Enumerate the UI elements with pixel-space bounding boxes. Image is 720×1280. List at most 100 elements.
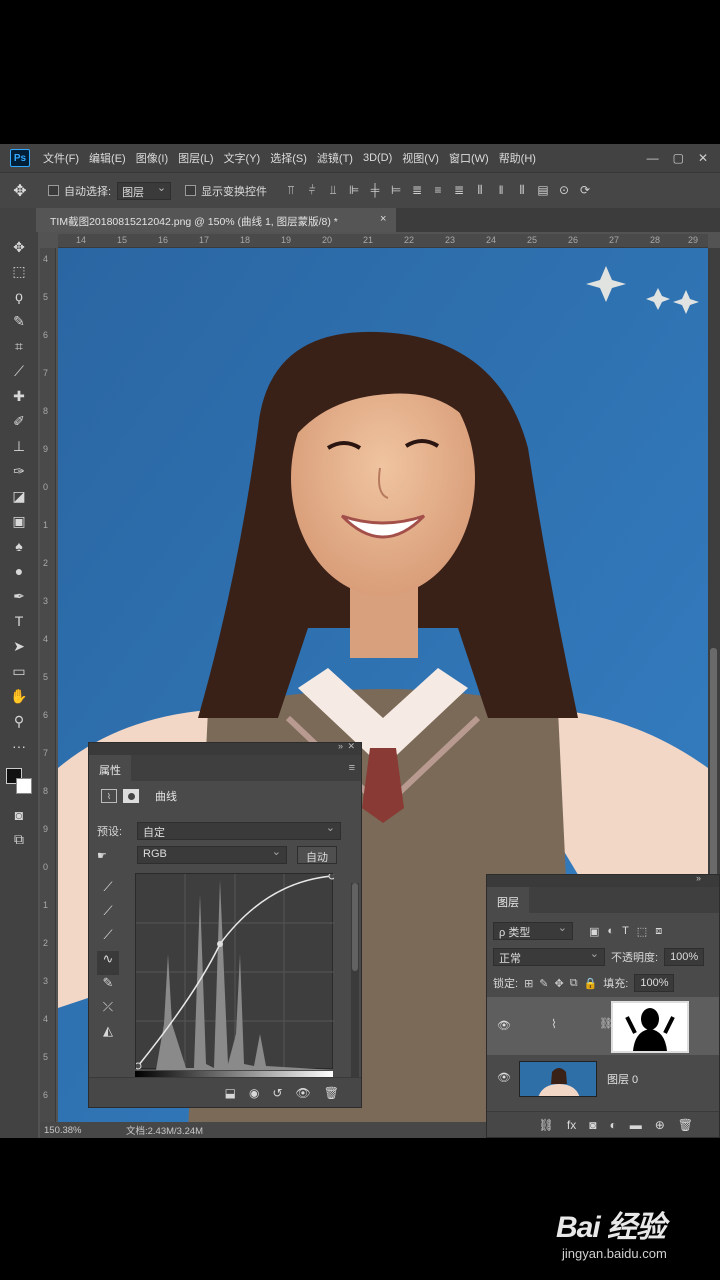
pencil-draw-icon[interactable]: ✎ — [97, 975, 119, 999]
tab-properties[interactable]: 属性 — [89, 755, 131, 781]
clip-to-layer-icon[interactable]: ⬓ — [225, 1086, 236, 1100]
type-filter-icon[interactable]: T — [622, 925, 629, 938]
clipping-warning-icon[interactable]: ◭ — [97, 1023, 119, 1047]
smart-object-filter-icon[interactable]: ⧈ — [655, 925, 662, 938]
preset-dropdown[interactable]: 自定 — [137, 821, 341, 840]
new-adjustment-icon[interactable]: ◐ — [609, 1118, 616, 1132]
delete-adjustment-icon[interactable]: 🗑 — [324, 1086, 339, 1100]
distribute-hcenter-icon[interactable]: ‖ — [495, 183, 507, 198]
minimize-button[interactable]: — — [647, 151, 659, 165]
auto-select-checkbox[interactable] — [48, 185, 59, 196]
lock-artboard-icon[interactable]: ⧉ — [570, 977, 578, 990]
eraser-icon[interactable]: ◪ — [8, 485, 30, 507]
menu-help[interactable]: 帮助(H) — [494, 150, 541, 166]
distribute-left-icon[interactable]: ⦀ — [474, 183, 486, 198]
shape-filter-icon[interactable]: ⬚ — [637, 925, 647, 938]
quick-select-icon[interactable]: ✎ — [8, 310, 30, 332]
curves-graph[interactable] — [134, 872, 336, 1070]
close-panel-icon[interactable]: ✕ — [347, 741, 355, 752]
eyedropper-icon[interactable]: ⟋ — [8, 360, 30, 382]
lock-transparent-icon[interactable]: ⊞ — [524, 977, 533, 990]
new-group-icon[interactable]: ▬ — [630, 1118, 642, 1132]
panel-menu-icon[interactable]: ≡ — [349, 762, 355, 774]
background-color-swatch[interactable] — [16, 778, 32, 794]
link-layers-icon[interactable]: ⛓ — [539, 1118, 554, 1132]
move-tool-icon[interactable]: ✥ — [0, 181, 40, 201]
more-tools-icon[interactable]: ··· — [8, 735, 30, 757]
align-left-icon[interactable]: ⊫ — [348, 183, 360, 198]
blend-mode-dropdown[interactable]: 正常 — [493, 947, 605, 966]
distribute-bottom-icon[interactable]: ≣ — [453, 183, 465, 198]
sample-gray-eyedropper-icon[interactable]: ⟋ — [97, 903, 119, 927]
zoom-icon[interactable]: ⚲ — [8, 710, 30, 732]
clone-stamp-icon[interactable]: ⊥ — [8, 435, 30, 457]
lasso-icon[interactable]: ϙ — [8, 285, 30, 307]
distribute-right-icon[interactable]: ⦀ — [516, 183, 528, 198]
sample-black-eyedropper-icon[interactable]: ⟋ — [97, 879, 119, 903]
lock-image-icon[interactable]: ✎ — [539, 977, 548, 990]
quick-mask-icon[interactable]: ◙ — [8, 804, 30, 826]
add-mask-icon[interactable]: ◙ — [589, 1118, 596, 1132]
edit-points-icon[interactable]: ∿ — [97, 951, 119, 975]
lock-position-icon[interactable]: ✥ — [555, 977, 564, 990]
align-hcenter-icon[interactable]: ╪ — [369, 183, 381, 198]
new-layer-icon[interactable]: ⊕ — [655, 1118, 665, 1132]
layer-style-icon[interactable]: fx — [567, 1118, 576, 1132]
visibility-icon[interactable]: 👁 — [296, 1086, 311, 1100]
distribute-vcenter-icon[interactable]: ≡ — [432, 183, 444, 198]
move-icon[interactable]: ✥ — [8, 236, 30, 258]
auto-align-icon[interactable]: ▤ — [537, 183, 549, 198]
align-vcenter-icon[interactable]: ⫩ — [306, 183, 318, 198]
document-tab[interactable]: TIM截图20180815212042.png @ 150% (曲线 1, 图层… — [36, 208, 396, 232]
menu-3d[interactable]: 3D(D) — [358, 152, 397, 164]
tab-layers[interactable]: 图层 — [487, 887, 529, 913]
menu-edit[interactable]: 编辑(E) — [84, 150, 131, 166]
menu-window[interactable]: 窗口(W) — [444, 150, 494, 166]
sample-white-eyedropper-icon[interactable]: ⟋ — [97, 927, 119, 951]
properties-scrollbar[interactable] — [351, 883, 359, 1103]
visibility-eye-icon[interactable]: 👁 — [497, 1071, 511, 1084]
auto-button[interactable]: 自动 — [297, 846, 337, 864]
layer-filter-dropdown[interactable]: ρ 类型 — [493, 921, 573, 940]
type-icon[interactable]: T — [8, 610, 30, 632]
path-select-icon[interactable]: ➤ — [8, 635, 30, 657]
pixel-filter-icon[interactable]: ▣ — [589, 925, 599, 938]
history-brush-icon[interactable]: ✑ — [8, 460, 30, 482]
collapse-icon[interactable]: » — [338, 741, 343, 751]
maximize-button[interactable]: ▢ — [673, 151, 684, 165]
adjustment-filter-icon[interactable]: ◐ — [607, 925, 614, 938]
screen-mode-icon[interactable]: ⧉ — [8, 828, 30, 850]
target-adjust-icon[interactable]: ☛ — [97, 849, 137, 862]
pen-icon[interactable]: ✒ — [8, 585, 30, 607]
3d-rotate-icon[interactable]: ⟳ — [579, 183, 591, 198]
layer-mask-icon[interactable] — [123, 789, 139, 803]
visibility-eye-icon[interactable]: 👁 — [497, 1019, 511, 1032]
gradient-icon[interactable]: ▣ — [8, 510, 30, 532]
scrollbar-thumb[interactable] — [352, 883, 358, 971]
menu-select[interactable]: 选择(S) — [265, 150, 312, 166]
layer-row-layer0[interactable]: 👁 图层 0 — [487, 1057, 719, 1101]
menu-layer[interactable]: 图层(L) — [173, 150, 218, 166]
dodge-icon[interactable]: ● — [8, 560, 30, 582]
layer-row-curves[interactable]: 👁 ⌇ ⛓ — [487, 997, 719, 1055]
reset-icon[interactable]: ↺ — [272, 1086, 282, 1100]
close-button[interactable]: ✕ — [698, 151, 708, 165]
marquee-icon[interactable]: ⬚ — [8, 260, 30, 282]
blur-icon[interactable]: ♠ — [8, 535, 30, 557]
3d-mode-icon[interactable]: ⊙ — [558, 183, 570, 198]
collapse-icon[interactable]: » — [696, 873, 701, 883]
close-tab-icon[interactable]: × — [380, 213, 386, 225]
menu-view[interactable]: 视图(V) — [397, 150, 444, 166]
align-bottom-icon[interactable]: ⫫ — [327, 183, 339, 198]
show-transform-checkbox[interactable] — [185, 185, 197, 196]
menu-filter[interactable]: 滤镜(T) — [312, 150, 358, 166]
layer-mask-thumbnail[interactable] — [611, 1001, 689, 1053]
view-previous-icon[interactable]: ◉ — [249, 1086, 259, 1100]
menu-file[interactable]: 文件(F) — [38, 150, 84, 166]
delete-layer-icon[interactable]: 🗑 — [678, 1118, 693, 1132]
hand-icon[interactable]: ✋ — [8, 685, 30, 707]
rectangle-icon[interactable]: ▭ — [8, 660, 30, 682]
opacity-value[interactable]: 100% — [664, 948, 705, 966]
curves-adjustment-icon[interactable]: ⌇ — [101, 789, 117, 803]
menu-type[interactable]: 文字(Y) — [219, 150, 266, 166]
